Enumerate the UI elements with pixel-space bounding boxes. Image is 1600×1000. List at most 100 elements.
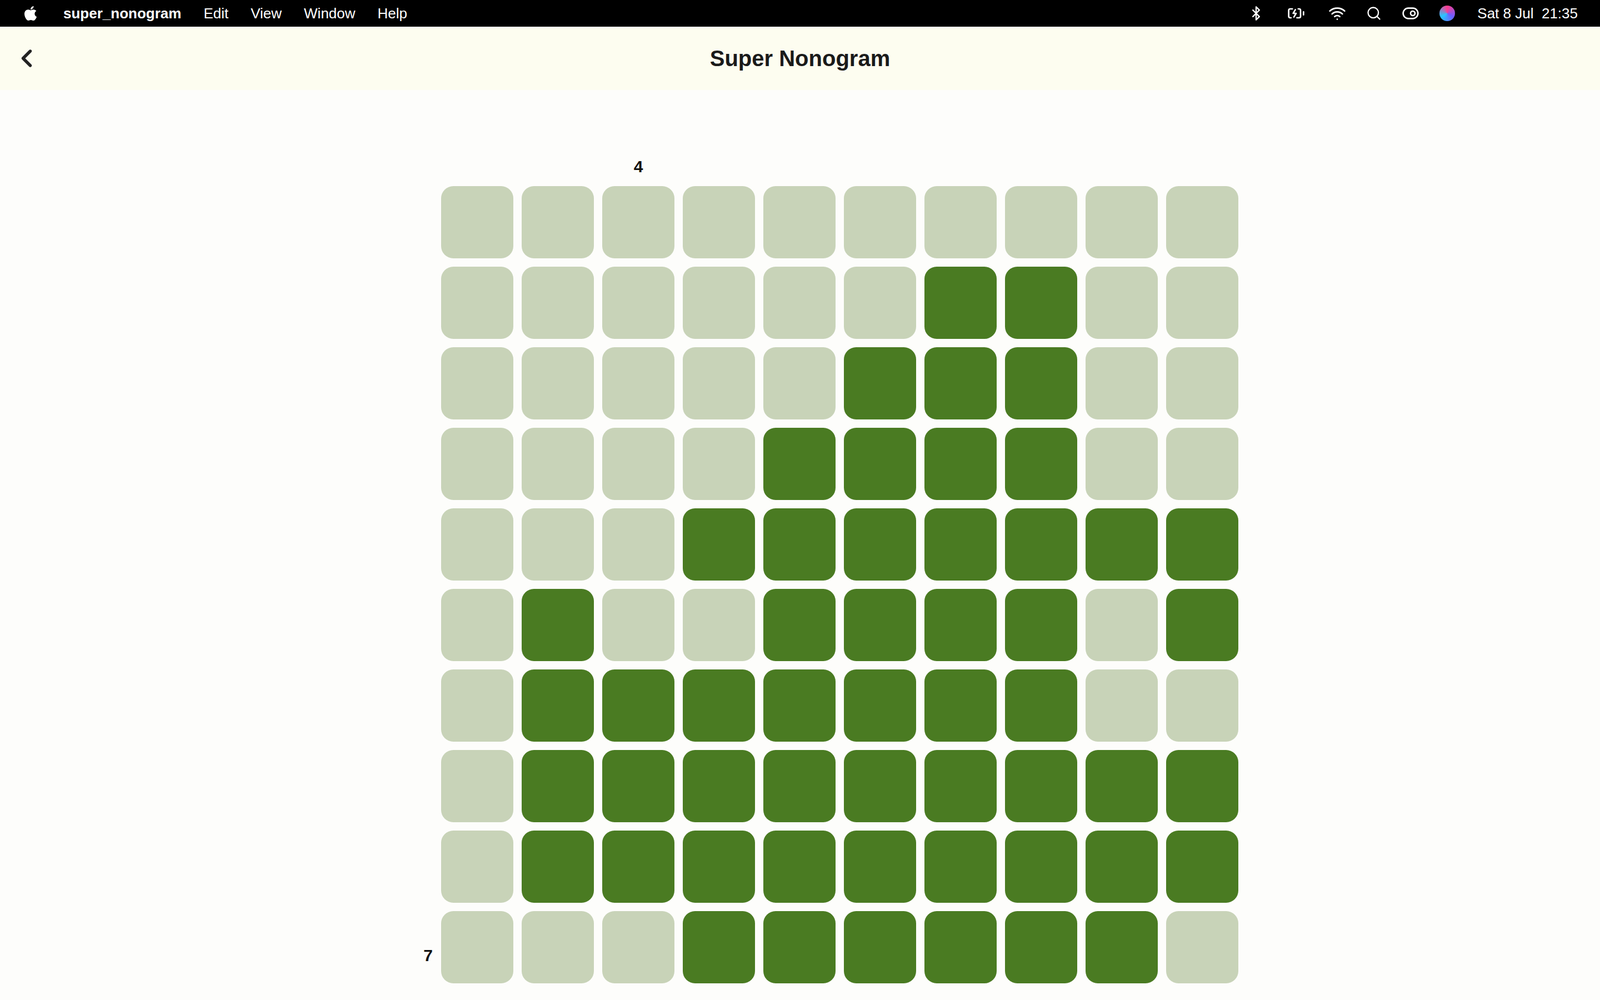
grid-cell[interactable]	[602, 347, 675, 420]
grid-cell[interactable]	[1085, 669, 1158, 742]
grid-cell[interactable]	[1005, 347, 1078, 420]
grid-cell[interactable]	[602, 911, 675, 984]
grid-cell[interactable]	[1166, 347, 1239, 420]
grid-cell[interactable]	[843, 347, 917, 420]
grid-cell[interactable]	[1005, 750, 1078, 823]
grid-cell[interactable]	[924, 427, 997, 500]
grid-cell[interactable]	[1085, 750, 1158, 823]
grid-cell[interactable]	[521, 911, 594, 984]
grid-cell[interactable]	[924, 830, 997, 903]
grid-cell[interactable]	[602, 830, 675, 903]
grid-cell[interactable]	[602, 186, 675, 259]
grid-cell[interactable]	[521, 830, 594, 903]
grid-cell[interactable]	[441, 186, 514, 259]
grid-cell[interactable]	[1005, 266, 1078, 339]
grid-cell[interactable]	[1085, 911, 1158, 984]
grid-cell[interactable]	[843, 830, 917, 903]
grid-cell[interactable]	[521, 588, 594, 662]
back-icon[interactable]	[12, 43, 42, 73]
battery-icon[interactable]	[1283, 4, 1309, 23]
grid-cell[interactable]	[843, 508, 917, 581]
grid-cell[interactable]	[924, 669, 997, 742]
grid-cell[interactable]	[1166, 750, 1239, 823]
grid-cell[interactable]	[682, 266, 755, 339]
grid-cell[interactable]	[1005, 911, 1078, 984]
grid-cell[interactable]	[763, 750, 836, 823]
grid-cell[interactable]	[682, 427, 755, 500]
grid-cell[interactable]	[843, 669, 917, 742]
grid-cell[interactable]	[843, 911, 917, 984]
grid-cell[interactable]	[441, 588, 514, 662]
grid-cell[interactable]	[1166, 830, 1239, 903]
grid-cell[interactable]	[441, 508, 514, 581]
grid-cell[interactable]	[521, 750, 594, 823]
grid-cell[interactable]	[843, 750, 917, 823]
grid-cell[interactable]	[763, 588, 836, 662]
grid-cell[interactable]	[1085, 266, 1158, 339]
grid-cell[interactable]	[1085, 427, 1158, 500]
grid-cell[interactable]	[602, 266, 675, 339]
menu-item[interactable]: View	[250, 2, 282, 25]
grid-cell[interactable]	[521, 266, 594, 339]
grid-cell[interactable]	[682, 830, 755, 903]
grid-cell[interactable]	[763, 427, 836, 500]
grid-cell[interactable]	[1166, 186, 1239, 259]
wifi-icon[interactable]	[1328, 4, 1347, 23]
grid-cell[interactable]	[521, 347, 594, 420]
grid-cell[interactable]	[602, 588, 675, 662]
grid-cell[interactable]	[924, 347, 997, 420]
grid-cell[interactable]	[1166, 588, 1239, 662]
grid-cell[interactable]	[924, 186, 997, 259]
search-icon[interactable]	[1366, 5, 1382, 22]
grid-cell[interactable]	[682, 669, 755, 742]
grid-cell[interactable]	[1166, 508, 1239, 581]
grid-cell[interactable]	[763, 830, 836, 903]
grid-cell[interactable]	[1085, 830, 1158, 903]
grid-cell[interactable]	[441, 669, 514, 742]
grid-cell[interactable]	[1005, 186, 1078, 259]
grid-cell[interactable]	[602, 669, 675, 742]
grid-cell[interactable]	[682, 750, 755, 823]
grid-cell[interactable]	[441, 830, 514, 903]
grid-cell[interactable]	[682, 508, 755, 581]
apple-icon[interactable]	[22, 5, 39, 22]
grid-cell[interactable]	[843, 588, 917, 662]
grid-cell[interactable]	[843, 266, 917, 339]
grid-cell[interactable]	[521, 508, 594, 581]
grid-cell[interactable]	[682, 347, 755, 420]
grid-cell[interactable]	[1166, 427, 1239, 500]
app-name[interactable]: super_nonogram	[63, 2, 182, 25]
control-center-icon[interactable]	[1401, 4, 1420, 23]
grid-cell[interactable]	[843, 427, 917, 500]
grid-cell[interactable]	[1085, 588, 1158, 662]
grid-cell[interactable]	[602, 508, 675, 581]
grid-cell[interactable]	[1166, 266, 1239, 339]
grid-cell[interactable]	[924, 508, 997, 581]
grid-cell[interactable]	[763, 347, 836, 420]
grid-cell[interactable]	[521, 186, 594, 259]
grid-cell[interactable]	[924, 588, 997, 662]
grid-cell[interactable]	[763, 266, 836, 339]
grid-cell[interactable]	[682, 588, 755, 662]
menu-item[interactable]: Window	[303, 2, 355, 25]
grid-cell[interactable]	[763, 508, 836, 581]
grid-cell[interactable]	[441, 750, 514, 823]
grid-cell[interactable]	[763, 911, 836, 984]
grid-cell[interactable]	[843, 186, 917, 259]
grid-cell[interactable]	[1005, 427, 1078, 500]
grid-cell[interactable]	[441, 266, 514, 339]
grid-cell[interactable]	[602, 427, 675, 500]
menu-item[interactable]: Help	[377, 2, 408, 25]
grid-cell[interactable]	[441, 911, 514, 984]
grid-cell[interactable]	[763, 669, 836, 742]
grid-cell[interactable]	[1005, 669, 1078, 742]
grid-cell[interactable]	[924, 750, 997, 823]
grid-cell[interactable]	[1085, 508, 1158, 581]
menu-item[interactable]: Edit	[203, 2, 229, 25]
grid-cell[interactable]	[1166, 669, 1239, 742]
clock[interactable]: Sat 8 Jul 21:35	[1477, 2, 1578, 25]
grid-cell[interactable]	[1005, 830, 1078, 903]
grid-cell[interactable]	[924, 911, 997, 984]
grid-cell[interactable]	[1085, 186, 1158, 259]
bluetooth-icon[interactable]	[1248, 5, 1264, 22]
